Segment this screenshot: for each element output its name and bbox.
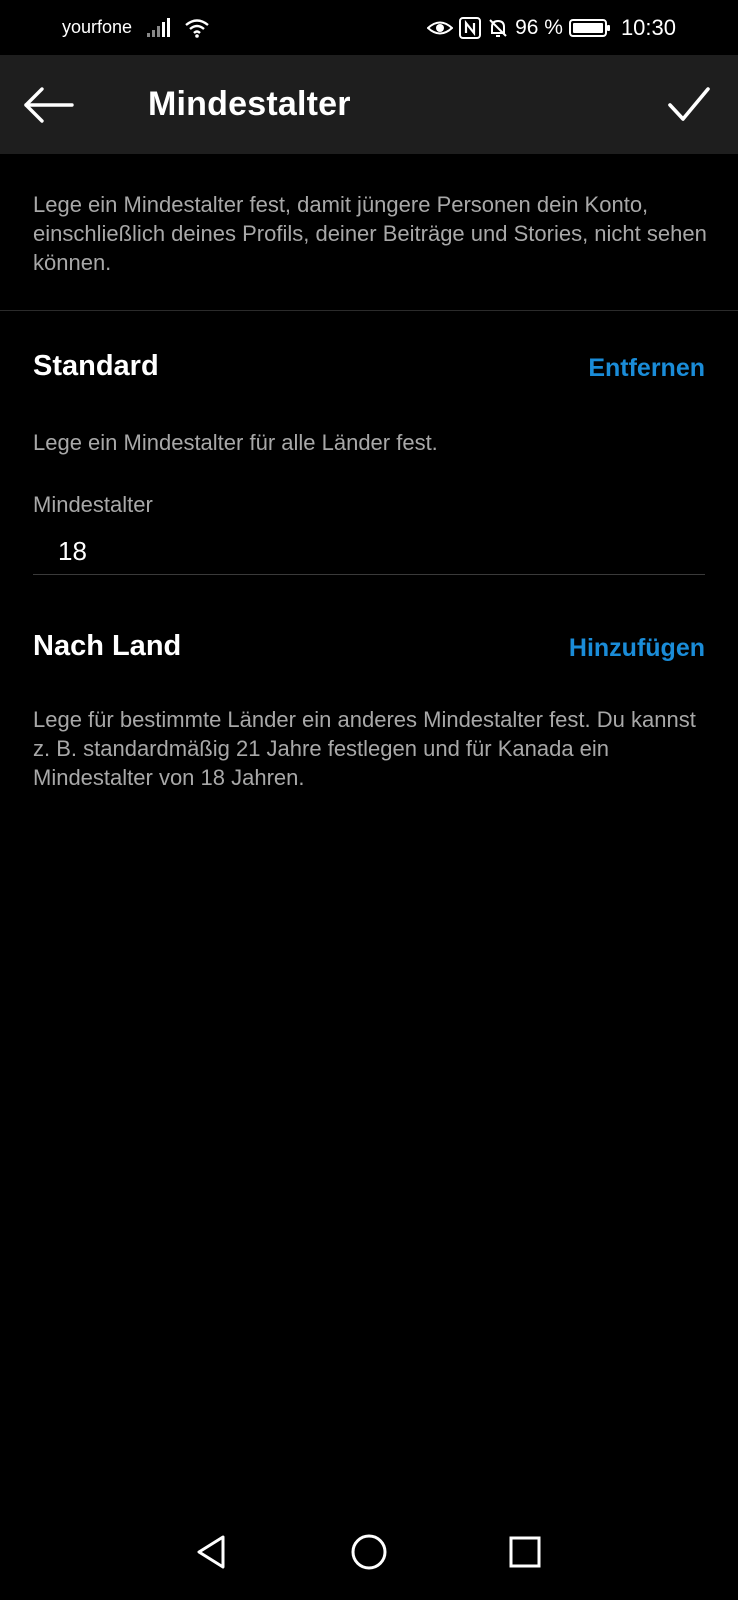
checkmark-icon [668,87,710,121]
nav-back-button[interactable] [187,1527,237,1577]
carrier-name: yourfone [62,17,133,37]
wifi-icon [184,18,210,38]
status-left: yourfone [62,17,210,38]
min-age-label: Mindestalter [33,492,153,517]
back-triangle-icon [197,1535,225,1569]
status-right: 96 % 10:30 [427,15,676,41]
page-title: Mindestalter [148,85,351,123]
divider [0,310,738,311]
min-age-underline [33,574,705,575]
standard-heading: Standard [33,350,159,382]
remove-button[interactable]: Entfernen [588,354,705,383]
system-nav-bar [0,1505,738,1600]
screen: yourfone 96 % 10:30 Mindestalter Lege ei… [0,0,738,1600]
home-circle-icon [351,1534,387,1570]
nav-home-button[interactable] [344,1527,394,1577]
min-age-input[interactable] [58,536,658,567]
back-button[interactable] [22,85,76,125]
by-country-description: Lege für bestimmte Länder ein anderes Mi… [33,707,696,790]
app-bar: Mindestalter [0,55,738,154]
clock: 10:30 [620,14,676,40]
battery-icon [568,18,611,38]
signal-icon [146,17,171,38]
arrow-left-icon [24,87,74,123]
eye-icon [427,18,454,38]
standard-description: Lege ein Mindestalter für alle Länder fe… [33,430,438,455]
nfc-icon [459,16,482,39]
confirm-button[interactable] [666,83,712,125]
intro-description: Lege ein Mindestalter fest, damit jünger… [33,192,707,275]
nav-recents-button[interactable] [500,1527,550,1577]
status-bar: yourfone 96 % 10:30 [0,0,738,55]
add-country-button[interactable]: Hinzufügen [569,634,705,663]
recents-square-icon [509,1536,541,1568]
by-country-heading: Nach Land [33,630,182,662]
bell-off-icon [487,17,509,39]
battery-percent: 96 % [515,15,563,39]
